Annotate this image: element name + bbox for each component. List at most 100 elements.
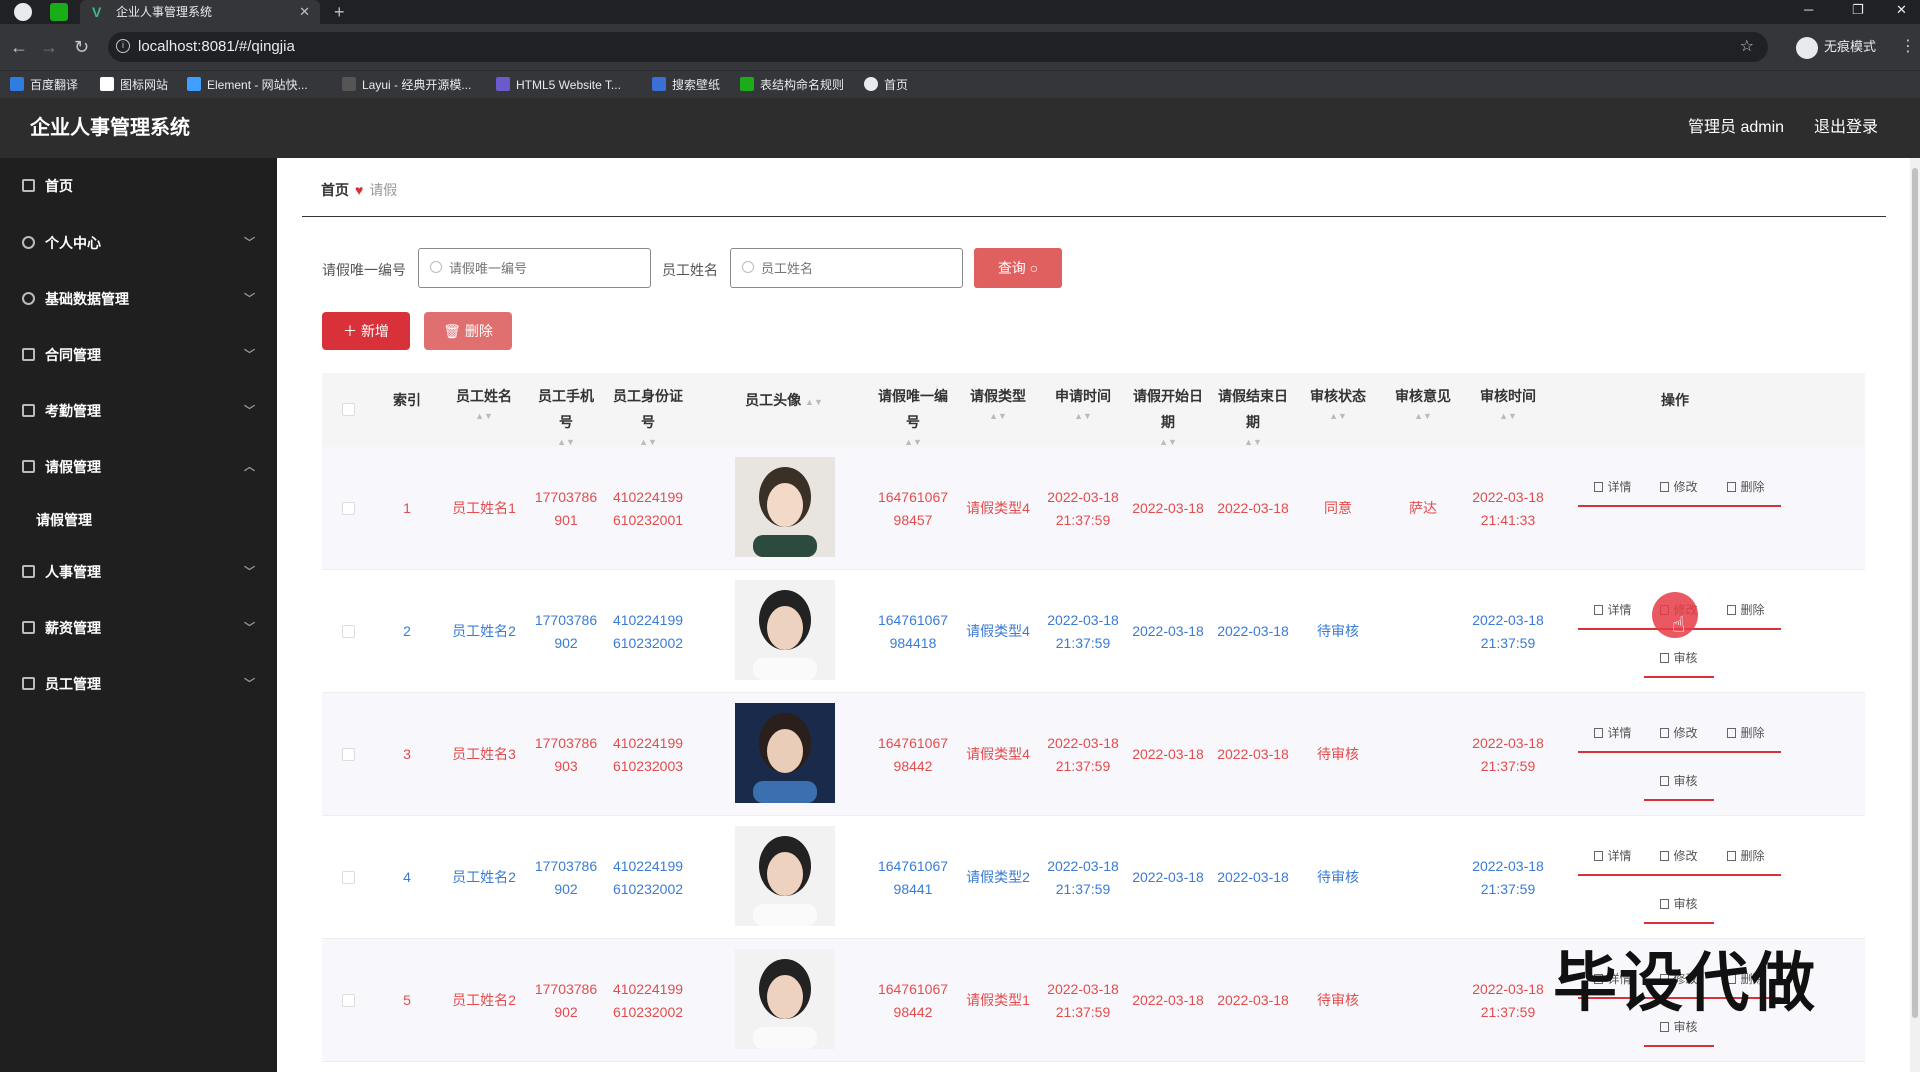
sidebar-item-employee[interactable]: 员工管理 ﹀ (0, 656, 277, 712)
row-checkbox[interactable] (342, 502, 355, 515)
sidebar-item-contract[interactable]: 合同管理 ﹀ (0, 327, 277, 383)
col-apply-time[interactable]: 申请时间 ▲▼ (1047, 373, 1119, 447)
chevron-down-icon: ﹀ (244, 293, 255, 305)
incognito-indicator[interactable]: 无痕模式 (1796, 34, 1876, 60)
cell-start-date: 2022-03-18 (1132, 500, 1204, 516)
col-start-date[interactable]: 请假开始日期 ▲▼ (1132, 373, 1204, 447)
review-button[interactable]: 审核 (1644, 638, 1714, 678)
row-checkbox[interactable] (342, 748, 355, 761)
col-phone[interactable]: 员工手机号 ▲▼ (534, 373, 598, 447)
sort-icon[interactable]: ▲▼ (1387, 409, 1459, 423)
sidebar-item-basedata[interactable]: 基础数据管理 ﹀ (0, 271, 277, 327)
cell-end-date: 2022-03-18 (1217, 623, 1289, 639)
leave-no-input[interactable] (418, 248, 651, 288)
restore-icon[interactable]: ❐ (1852, 0, 1864, 20)
sidebar-item-label: 基础数据管理 (45, 291, 129, 307)
col-name[interactable]: 员工姓名 ▲▼ (442, 373, 526, 447)
pinned-tab-icon[interactable] (50, 3, 68, 21)
detail-button[interactable]: 详情 (1578, 713, 1648, 753)
sort-icon[interactable]: ▲▼ (805, 397, 823, 407)
bookmark-item[interactable]: 百度翻译 (10, 71, 78, 99)
employee-name-input[interactable] (730, 248, 963, 288)
sidebar-item-salary[interactable]: 薪资管理 ﹀ (0, 600, 277, 656)
add-button-label: 新增 (360, 323, 389, 339)
sort-icon[interactable]: ▲▼ (1472, 409, 1544, 423)
detail-button[interactable]: 详情 (1578, 590, 1648, 630)
card-icon (22, 677, 35, 690)
row-delete-button[interactable]: 删除 (1711, 713, 1781, 753)
row-delete-button[interactable]: 删除 (1711, 836, 1781, 876)
new-tab-icon[interactable]: + (334, 0, 345, 24)
op-label: 修改 (1673, 849, 1698, 863)
wallet-icon (22, 621, 35, 634)
bookmark-item[interactable]: 搜索壁纸 (652, 71, 720, 99)
edit-button[interactable]: 修改 (1644, 836, 1714, 876)
chevron-down-icon: ﹀ (244, 237, 255, 249)
detail-button[interactable]: 详情 (1578, 836, 1648, 876)
cell-leave-type: 请假类型2 (966, 869, 1030, 885)
review-button[interactable]: 审核 (1644, 884, 1714, 924)
row-delete-button[interactable]: 删除 (1711, 590, 1781, 630)
col-avatar[interactable]: 员工头像 ▲▼ (714, 373, 854, 447)
sidebar-item-personnel[interactable]: 人事管理 ﹀ (0, 544, 277, 600)
logout-link[interactable]: 退出登录 (1814, 98, 1878, 158)
query-button[interactable]: 查询 ○ (974, 248, 1062, 288)
col-label: 员工头像 (745, 392, 802, 408)
list-icon (22, 565, 35, 578)
bookmark-item[interactable]: Element - 网站快... (187, 71, 308, 99)
cell-phone: 17703786902 (534, 611, 598, 651)
bookmark-item[interactable]: 表结构命名规则 (740, 71, 844, 99)
col-end-date[interactable]: 请假结束日期 ▲▼ (1217, 373, 1289, 447)
cell-apply-time: 2022-03-18 21:37:59 (1047, 611, 1119, 651)
bookmark-item[interactable]: 图标网站 (100, 71, 168, 99)
back-icon[interactable]: ← (10, 36, 28, 58)
bookmark-item[interactable]: HTML5 Website T... (496, 71, 621, 99)
sidebar-item-leave[interactable]: 请假管理 ︿ (0, 439, 277, 495)
add-button[interactable]: ＋ 新增 (322, 312, 410, 350)
col-review-time[interactable]: 审核时间 ▲▼ (1472, 373, 1544, 447)
tab-close-icon[interactable]: ✕ (299, 0, 310, 24)
breadcrumb-home[interactable]: 首页 (321, 182, 349, 198)
active-tab[interactable]: V 企业人事管理系统 ✕ (80, 0, 320, 24)
page-scrollbar-thumb[interactable] (1912, 168, 1918, 1018)
sidebar-subitem-leave[interactable]: 请假管理 (36, 498, 92, 542)
col-leave-no[interactable]: 请假唯一编号 ▲▼ (877, 373, 949, 447)
edit-icon (1660, 482, 1670, 492)
detail-button[interactable]: 详情 (1578, 467, 1648, 507)
url-input[interactable]: i localhost:8081/#/qingjia ☆ (108, 32, 1768, 62)
cell-start-date: 2022-03-18 (1132, 992, 1204, 1008)
bookmark-item[interactable]: 首页 (864, 71, 908, 99)
bookmark-star-icon[interactable]: ☆ (1740, 32, 1754, 62)
avatar-image (735, 949, 835, 1049)
bulk-delete-button[interactable]: 🗑 删除 (424, 312, 512, 350)
edit-button[interactable]: 修改 (1644, 467, 1714, 507)
col-leave-type[interactable]: 请假类型 ▲▼ (962, 373, 1034, 447)
row-checkbox[interactable] (342, 625, 355, 638)
bookmark-item[interactable]: Layui - 经典开源模... (342, 71, 471, 99)
col-idcard[interactable]: 员工身份证号 ▲▼ (612, 373, 684, 447)
col-opinion[interactable]: 审核意见 ▲▼ (1387, 373, 1459, 447)
row-delete-button[interactable]: 删除 (1711, 467, 1781, 507)
sort-icon[interactable]: ▲▼ (1047, 409, 1119, 423)
sort-icon[interactable]: ▲▼ (1302, 409, 1374, 423)
browser-menu-icon[interactable]: ⋮ (1900, 36, 1916, 56)
row-checkbox[interactable] (342, 871, 355, 884)
info-icon[interactable]: i (116, 39, 130, 53)
employee-avatar (735, 826, 835, 926)
reload-icon[interactable]: ↻ (74, 36, 89, 58)
select-all-checkbox[interactable] (342, 403, 355, 416)
sort-icon[interactable]: ▲▼ (442, 409, 526, 423)
sidebar-item-attendance[interactable]: 考勤管理 ﹀ (0, 383, 277, 439)
employee-name-label: 员工姓名 (662, 262, 718, 278)
row-checkbox[interactable] (342, 994, 355, 1007)
minimize-icon[interactable]: ─ (1804, 0, 1813, 20)
sort-icon[interactable]: ▲▼ (962, 409, 1034, 423)
forward-icon[interactable]: → (40, 36, 58, 58)
bookmark-label: 搜索壁纸 (672, 78, 721, 92)
sidebar-item-personal[interactable]: 个人中心 ﹀ (0, 215, 277, 271)
window-close-icon[interactable]: ✕ (1896, 0, 1907, 20)
sidebar-item-home[interactable]: 首页 (0, 158, 277, 214)
col-status[interactable]: 审核状态 ▲▼ (1302, 373, 1374, 447)
edit-button[interactable]: 修改 (1644, 713, 1714, 753)
review-button[interactable]: 审核 (1644, 761, 1714, 801)
